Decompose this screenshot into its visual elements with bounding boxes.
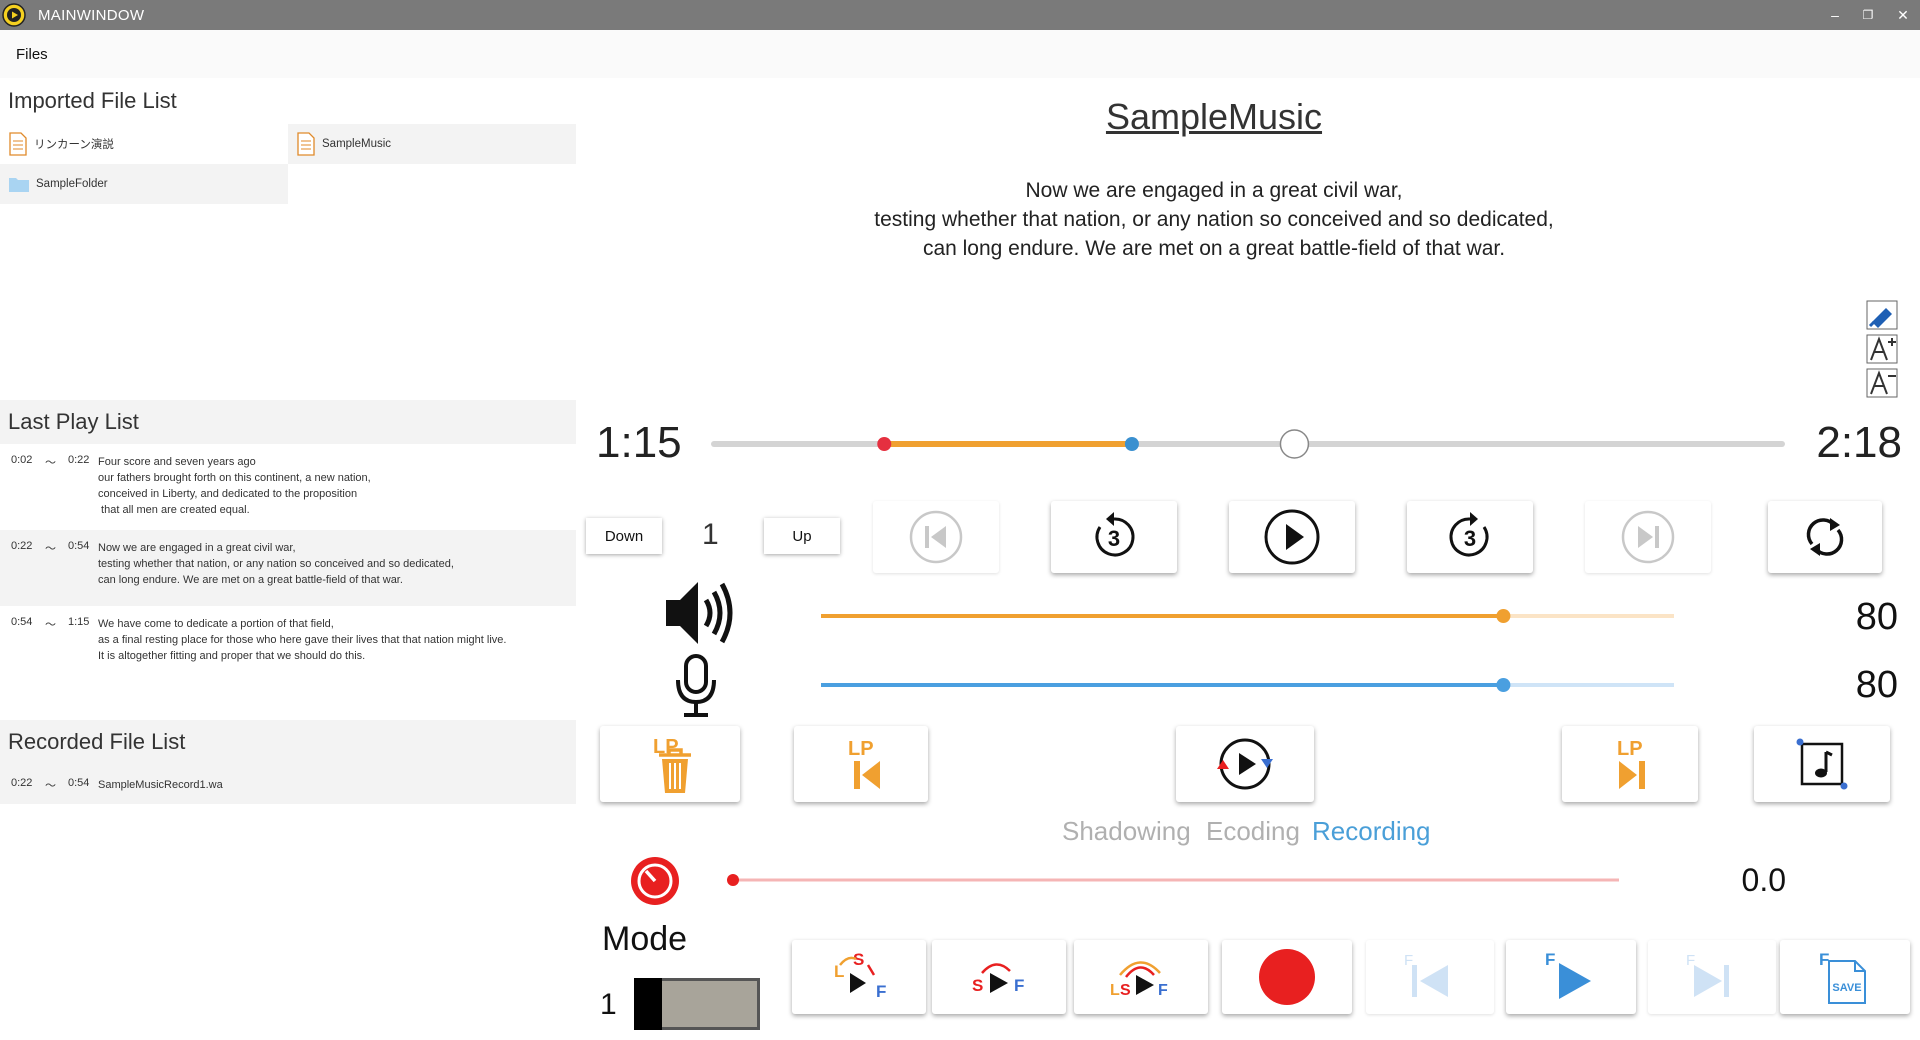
mode-toggle[interactable]: [634, 978, 760, 1030]
loop-shadowing-button[interactable]: L S F: [792, 940, 926, 1014]
record-level-value: 0.0: [1741, 862, 1786, 898]
mode-value: 1: [600, 988, 617, 1021]
svg-text:F: F: [1404, 952, 1413, 969]
restore-button[interactable]: ❐: [1857, 6, 1879, 24]
title-bar: MAINWINDOW – ❐ ✕: [0, 0, 1920, 30]
f-skip-previous-icon: F: [1404, 952, 1448, 997]
menu-bar: Files: [0, 30, 1920, 78]
f-play-icon: F: [1545, 950, 1591, 999]
folder-name: SampleFolder: [36, 178, 108, 190]
list-item[interactable]: 0:22 〜 0:54 SampleMusicRecord1.wa: [0, 764, 576, 804]
left-panel: Imported File List リンカーン演説 SampleMusic S…: [0, 78, 576, 1040]
f-save-icon: F SAVE: [1819, 950, 1866, 1004]
end-time: 0:54: [68, 777, 90, 789]
recording-next-button[interactable]: F: [1648, 940, 1776, 1014]
start-time: 0:22: [11, 540, 33, 552]
menu-files[interactable]: Files: [16, 46, 48, 63]
recording-previous-button[interactable]: F: [1366, 940, 1494, 1014]
segment-text: Now we are engaged in a great civil war,…: [98, 542, 454, 586]
svg-text:F: F: [1686, 952, 1695, 969]
lsf-loop-icon: L S F: [1110, 961, 1168, 999]
record-icon: [1259, 949, 1315, 1005]
file-item[interactable]: SampleMusic: [288, 124, 576, 164]
file-name: SampleMusic: [322, 138, 392, 150]
list-item[interactable]: 0:02 〜 0:22 Four score and seven years a…: [0, 444, 576, 530]
record-level-thumb[interactable]: [727, 874, 739, 886]
segment-text: We have come to dedicate a portion of th…: [98, 618, 507, 662]
svg-text:S: S: [972, 976, 983, 995]
svg-text:F: F: [1158, 982, 1168, 999]
end-time: 0:22: [68, 454, 90, 466]
player-panel: SampleMusic Now we are engaged in a grea…: [576, 78, 1920, 1040]
svg-text:S: S: [1120, 982, 1131, 999]
start-time: 0:02: [11, 454, 33, 466]
recorded-file-list-title: Recorded File List: [8, 729, 186, 754]
file-icon: [297, 132, 315, 156]
folder-icon: [9, 178, 29, 192]
window-title: MAINWINDOW: [38, 7, 145, 24]
loop-record-button[interactable]: L S F: [1074, 940, 1208, 1014]
separator: 〜: [45, 780, 56, 792]
end-time: 0:54: [68, 540, 90, 552]
separator: 〜: [45, 619, 56, 631]
separator: 〜: [45, 457, 56, 469]
file-icon: [9, 132, 27, 156]
minimize-button[interactable]: –: [1824, 6, 1846, 24]
start-time: 0:54: [11, 616, 33, 628]
end-time: 1:15: [68, 616, 90, 628]
list-item[interactable]: 0:54 〜 1:15 We have come to dedicate a p…: [0, 606, 576, 686]
list-item[interactable]: 0:22 〜 0:54 Now we are engaged in a grea…: [0, 530, 576, 606]
start-time: 0:22: [11, 777, 33, 789]
svg-text:L: L: [834, 962, 844, 981]
sf-icon: S F: [972, 963, 1024, 995]
file-name: リンカーン演説: [34, 139, 114, 151]
svg-text:F: F: [1819, 950, 1829, 969]
f-skip-next-icon: F: [1686, 952, 1729, 997]
svg-text:F: F: [1014, 976, 1024, 995]
separator: 〜: [45, 543, 56, 555]
mode-toggle-thumb[interactable]: [634, 978, 662, 1030]
svg-text:SAVE: SAVE: [1832, 982, 1861, 994]
save-recording-button[interactable]: F SAVE: [1780, 940, 1910, 1014]
file-item[interactable]: リンカーン演説: [0, 124, 288, 164]
record-button[interactable]: [1222, 940, 1352, 1014]
recording-play-button[interactable]: F: [1506, 940, 1636, 1014]
segment-text: Four score and seven years ago our fathe…: [98, 456, 371, 516]
imported-file-list-title: Imported File List: [8, 88, 177, 113]
lsf-icon: L S F: [834, 950, 886, 1001]
svg-text:F: F: [1545, 950, 1555, 969]
mode-label: Mode: [602, 920, 688, 958]
close-button[interactable]: ✕: [1892, 6, 1914, 24]
svg-text:L: L: [1110, 982, 1120, 999]
record-level-slider[interactable]: [576, 78, 1920, 978]
last-play-list-title: Last Play List: [8, 409, 139, 434]
shadowing-button[interactable]: S F: [932, 940, 1066, 1014]
app-logo-icon: [2, 3, 26, 27]
svg-text:F: F: [876, 982, 886, 1001]
folder-item[interactable]: SampleFolder: [0, 164, 288, 204]
recorded-file-name: SampleMusicRecord1.wa: [98, 779, 223, 791]
